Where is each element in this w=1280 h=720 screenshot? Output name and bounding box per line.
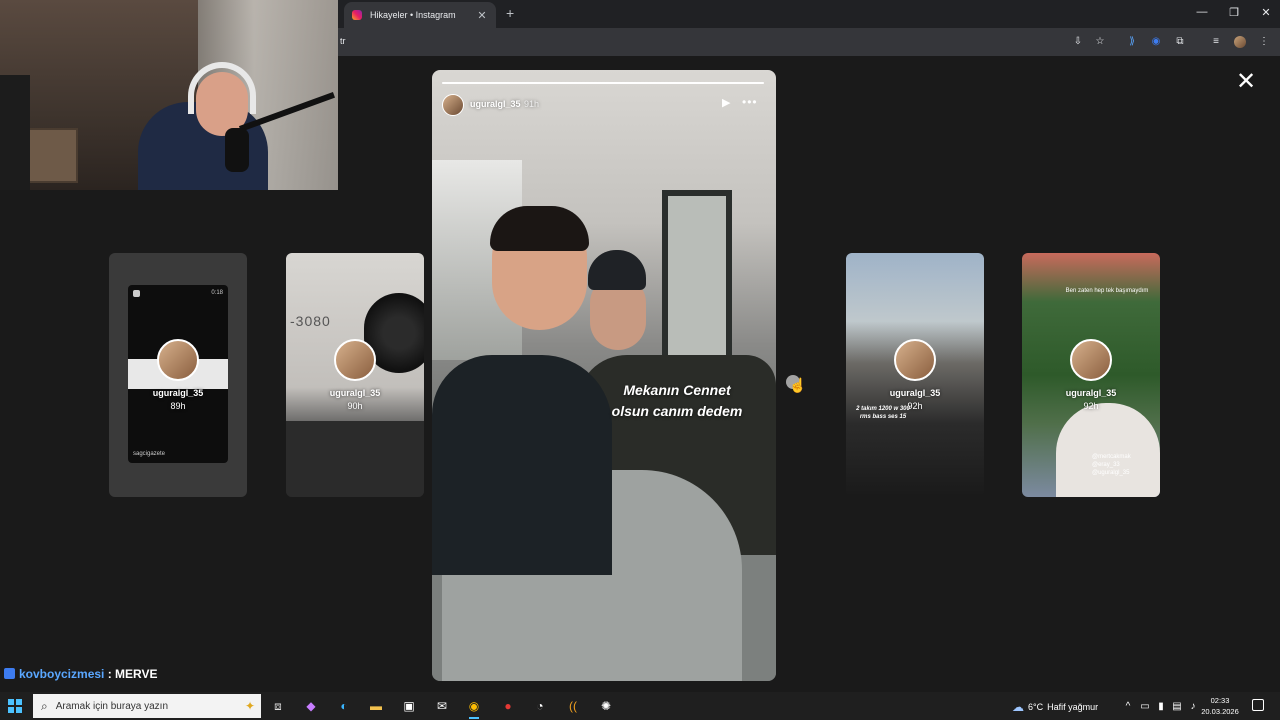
steam-icon[interactable]: ✺	[596, 696, 616, 716]
active-story[interactable]: uguralgl_35 91h ▶ ••• Mekanın Cennet ols…	[432, 70, 776, 681]
instagram-favicon-icon	[352, 10, 362, 20]
more-options-icon[interactable]: •••	[742, 95, 762, 109]
hand-cursor-icon: ☝	[789, 377, 807, 393]
story-age: 89h	[170, 401, 186, 411]
story-username: uguralgl_35	[1065, 388, 1117, 398]
story-progress-fill	[442, 82, 764, 84]
chat-text: MERVE	[115, 667, 158, 681]
story-photo-person	[432, 355, 612, 575]
tab-title: Hikayeler • Instagram	[370, 10, 456, 20]
chrome-icon[interactable]: ◉	[464, 696, 484, 719]
weather-temp: 6°C	[1028, 702, 1044, 712]
story-caption-line-2: olsun canım dedem	[611, 403, 743, 419]
volume-icon[interactable]: ♪	[1187, 701, 1199, 712]
chat-message: kovboycizmesi : MERVE	[4, 667, 158, 681]
side-story-2[interactable]: -3080 uguralgl_35 90h	[286, 253, 424, 497]
story-age: 92h	[1083, 401, 1099, 411]
story-username: uguralgl_35	[329, 388, 381, 398]
read-aloud-icon[interactable]: ⟫	[1126, 36, 1138, 48]
store-icon[interactable]: ▣	[399, 696, 419, 716]
file-explorer-icon[interactable]: ▬	[366, 696, 386, 716]
weather-widget[interactable]: ☁ 6°C Hafif yağmur	[1012, 700, 1098, 714]
search-placeholder: Aramak için buraya yazın	[55, 700, 169, 712]
windows-start-icon[interactable]	[8, 699, 22, 713]
video-time: 0:18	[211, 290, 223, 296]
product-label: -3080	[290, 313, 331, 329]
notification-icon[interactable]	[1252, 699, 1264, 711]
chat-username: kovboycizmesi	[19, 667, 105, 681]
task-view-icon[interactable]: ⧈	[268, 696, 288, 716]
story-author-username[interactable]: uguralgl_35	[470, 99, 521, 109]
story-avatar	[1070, 339, 1112, 381]
story-caption: 2 takım 1200 w 300 rms bass ses 15	[856, 406, 910, 420]
story-caption-line-1: Mekanın Cennet	[623, 382, 731, 398]
restore-button[interactable]: ❐	[1226, 6, 1242, 19]
window-close-button[interactable]: ✕	[1258, 6, 1274, 19]
play-icon[interactable]: ▶	[722, 97, 734, 109]
minimize-button[interactable]: —	[1194, 6, 1210, 18]
microphone-icon	[225, 128, 249, 172]
address-bar: tr ⇩ ☆ ⟫ ◉ ⧉ ≡ ⋮	[338, 28, 1280, 56]
story-age: 91h	[524, 99, 540, 109]
webcam-overlay	[0, 0, 338, 190]
app-audio-icon[interactable]: ((	[563, 696, 583, 716]
story-avatar	[894, 339, 936, 381]
story-avatar	[157, 339, 199, 381]
url-text[interactable]: tr	[340, 36, 346, 46]
story-mentions: @mertcakmak @eray_33 @uguralgl_35	[1092, 454, 1131, 476]
rain-cloud-icon: ☁	[1012, 700, 1024, 714]
edge-icon[interactable]: ◐	[334, 696, 354, 716]
chat-separator: :	[104, 667, 116, 681]
extension-shield-icon[interactable]: ◉	[1150, 36, 1162, 48]
story-caption: Ben zaten hep tek başımaydım	[1065, 288, 1149, 294]
browser-menu-icon[interactable]: ⋮	[1258, 36, 1270, 48]
story-progress-bar	[442, 82, 764, 84]
weather-desc: Hafif yağmur	[1047, 702, 1099, 712]
clock-time: 02:33	[1210, 696, 1230, 705]
microphone-tray-icon[interactable]: ▮	[1155, 701, 1167, 712]
tray-app-icon[interactable]: ▭	[1139, 701, 1151, 712]
network-icon[interactable]: ▤	[1171, 701, 1183, 712]
camera-icon	[133, 290, 140, 297]
tab-strip: Hikayeler • Instagram ✕ + — ❐ ✕	[338, 0, 1280, 28]
copilot-icon[interactable]: ◆	[301, 696, 321, 716]
tray-expand-icon[interactable]: ^	[1122, 701, 1134, 712]
story-username: uguralgl_35	[889, 388, 941, 398]
mail-icon[interactable]: ✉	[432, 696, 452, 716]
system-clock[interactable]: 02:33 20.03.2026	[1200, 695, 1240, 717]
extensions-puzzle-icon[interactable]: ⧉	[1174, 36, 1186, 48]
close-stories-icon[interactable]: ✕	[1234, 70, 1258, 94]
app-gauge-icon[interactable]: ◔	[530, 696, 550, 716]
side-story-4[interactable]: Ben zaten hep tek başımaydım uguralgl_35…	[1022, 253, 1160, 497]
tab-close-icon[interactable]: ✕	[476, 9, 488, 22]
story-author-avatar[interactable]	[442, 94, 464, 116]
watermark-tag: sagcigazete	[133, 451, 166, 457]
story-avatar	[334, 339, 376, 381]
side-story-1[interactable]: 0:18 sagcigazete uguralgl_35 89h	[109, 253, 247, 497]
install-app-icon[interactable]: ⇩	[1072, 36, 1084, 48]
story-username: uguralgl_35	[152, 388, 204, 398]
profile-avatar[interactable]	[1234, 36, 1246, 48]
story-caption: Mekanın Cennet olsun canım dedem	[592, 380, 762, 422]
new-tab-button[interactable]: +	[506, 5, 514, 21]
taskbar-search[interactable]: ⌕ Aramak için buraya yazın ✦	[33, 694, 261, 718]
side-story-3[interactable]: uguralgl_35 92h 2 takım 1200 w 300 rms b…	[846, 253, 984, 497]
screen: Hikayeler • Instagram ✕ + — ❐ ✕ tr ⇩ ☆ ⟫…	[0, 0, 1280, 720]
copilot-sparkle-icon: ✦	[244, 699, 255, 713]
search-icon: ⌕	[41, 698, 48, 713]
chat-badge-icon	[4, 668, 15, 679]
bookmark-star-icon[interactable]: ☆	[1094, 36, 1106, 48]
clock-date: 20.03.2026	[1201, 707, 1239, 716]
media-control-icon[interactable]: ≡	[1210, 36, 1222, 48]
story-age: 90h	[347, 401, 363, 411]
tab-instagram-stories[interactable]: Hikayeler • Instagram ✕	[344, 2, 496, 28]
app-red-icon[interactable]: ●	[498, 696, 518, 716]
